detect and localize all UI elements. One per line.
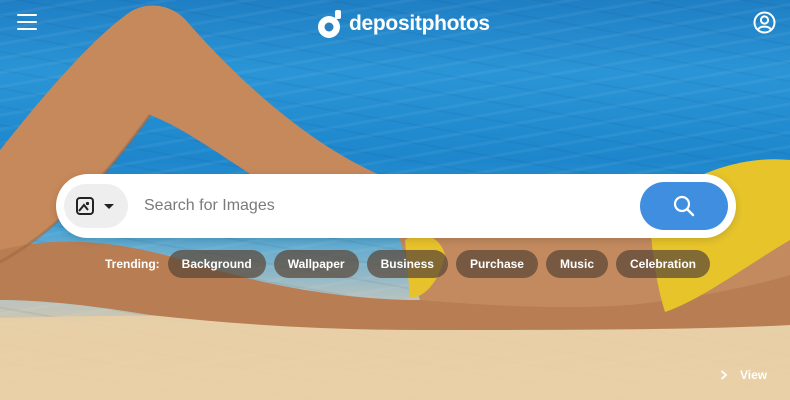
search-input[interactable] bbox=[144, 186, 624, 226]
trending-tags: Trending: Background Wallpaper Business … bbox=[105, 250, 718, 278]
search-bar bbox=[56, 174, 736, 238]
trending-tag-business[interactable]: Business bbox=[366, 250, 448, 278]
trending-tag-purchase[interactable]: Purchase bbox=[455, 250, 538, 278]
chevron-down-icon bbox=[104, 204, 114, 209]
depositphotos-logo-icon bbox=[318, 10, 341, 38]
user-account-icon[interactable] bbox=[753, 11, 776, 34]
search-icon bbox=[673, 195, 695, 217]
trending-tag-background[interactable]: Background bbox=[167, 250, 266, 278]
trending-tag-celebration[interactable]: Celebration bbox=[616, 250, 711, 278]
trending-tag-wallpaper[interactable]: Wallpaper bbox=[273, 250, 359, 278]
view-photo-link[interactable]: View bbox=[720, 368, 767, 382]
view-label: View bbox=[740, 368, 768, 382]
trending-tag-music[interactable]: Music bbox=[545, 250, 608, 278]
content-type-dropdown[interactable] bbox=[64, 184, 128, 228]
image-type-icon bbox=[76, 197, 94, 215]
chevron-right-icon bbox=[720, 370, 728, 380]
hamburger-menu-icon[interactable] bbox=[17, 14, 37, 32]
brand-name: depositphotos bbox=[349, 12, 490, 35]
brand-logo[interactable]: depositphotos bbox=[317, 8, 490, 40]
search-button[interactable] bbox=[640, 182, 728, 230]
top-navigation-bar: depositphotos bbox=[0, 0, 790, 46]
trending-label: Trending: bbox=[105, 257, 160, 271]
